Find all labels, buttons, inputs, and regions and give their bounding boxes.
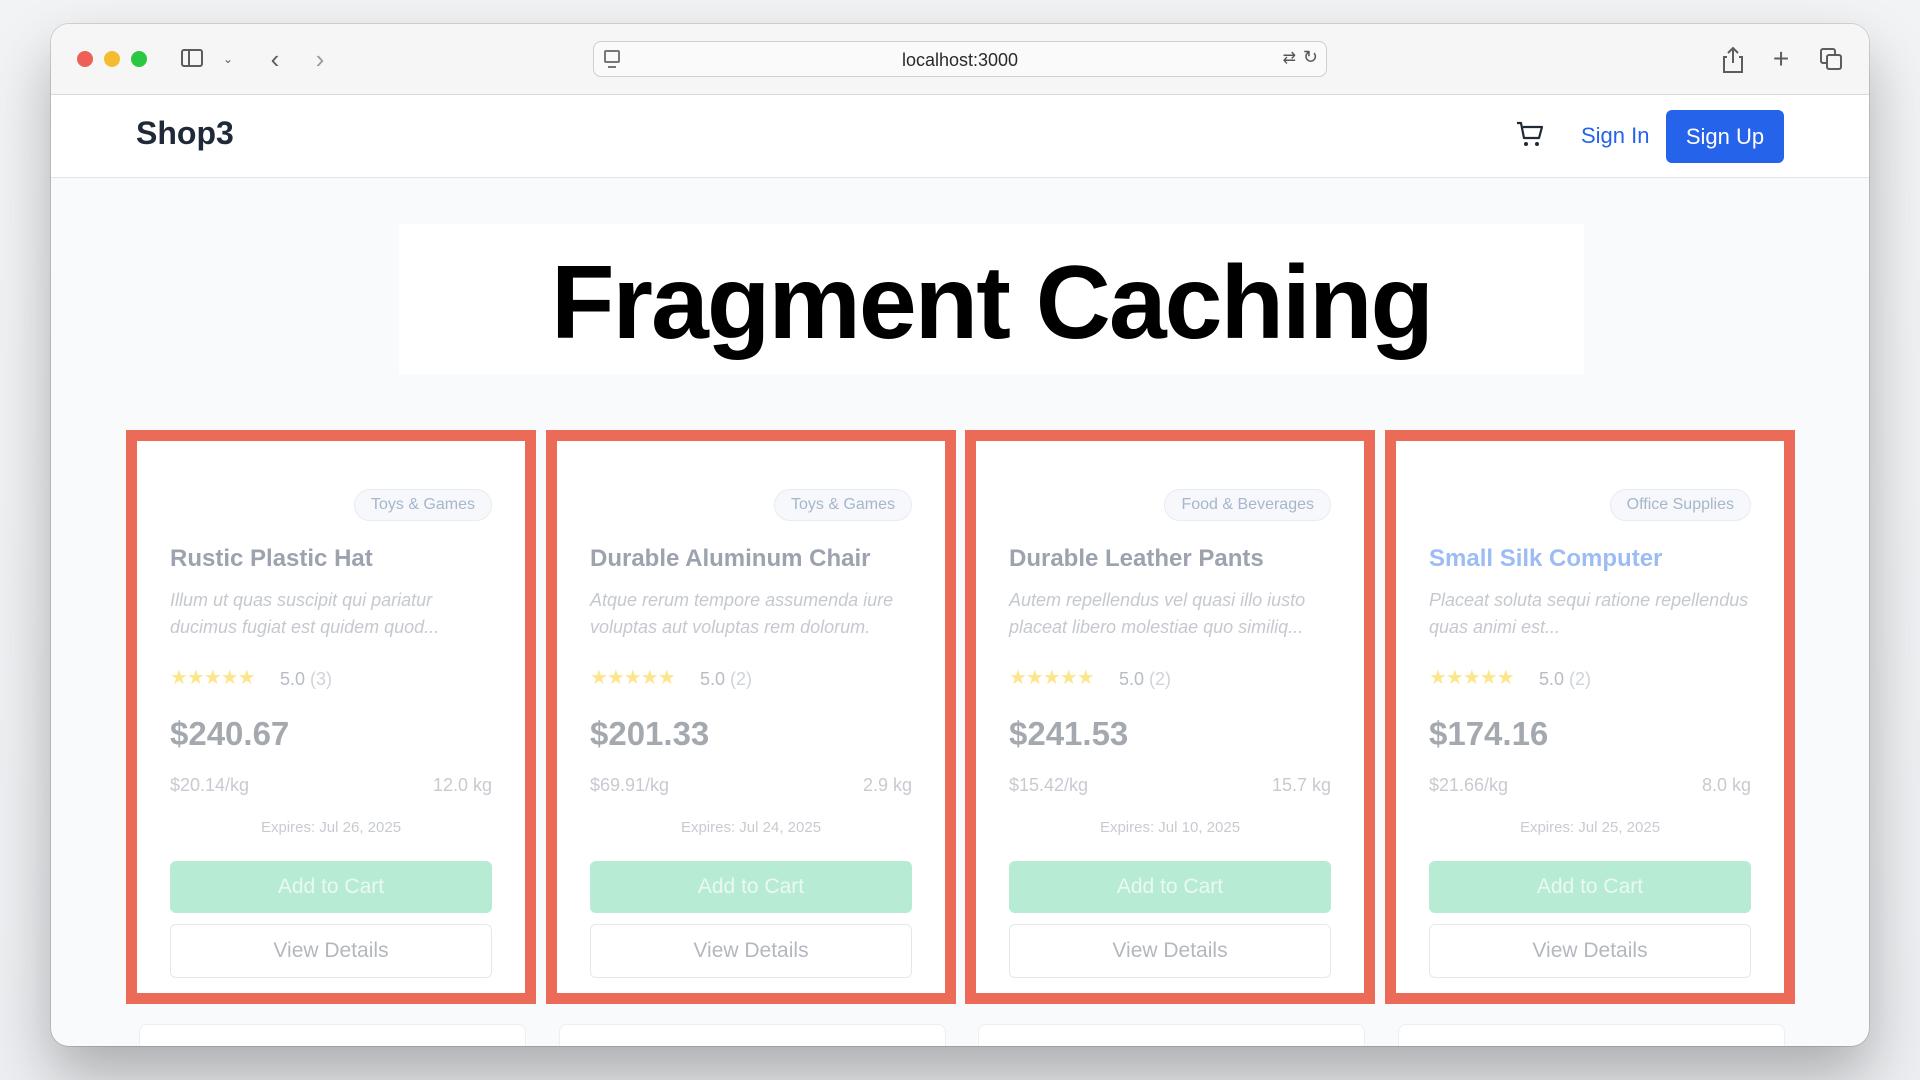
product-description: Atque rerum tempore assumenda iure volup… (590, 590, 894, 637)
sign-up-button[interactable]: Sign Up (1666, 110, 1784, 163)
share-icon[interactable] (1721, 46, 1745, 73)
product-name[interactable]: Small Silk Computer (1429, 545, 1662, 573)
star-rating-icon: ★★★★★ (170, 667, 256, 689)
rating-number: 5.0 (280, 669, 306, 689)
category-badge: Toys & Games (353, 489, 492, 521)
site-header: Shop3 Sign In Sign Up (51, 95, 1869, 178)
product-description: Placeat soluta sequi ratione repellendus… (1429, 590, 1749, 637)
view-details-button[interactable]: View Details (590, 924, 912, 978)
url-text[interactable]: localhost:3000 (594, 50, 1326, 71)
view-details-button[interactable]: View Details (1429, 924, 1751, 978)
product-name[interactable]: Rustic Plastic Hat (170, 545, 373, 573)
review-count: (2) (1149, 669, 1172, 689)
forward-icon[interactable]: › (309, 46, 331, 72)
minimize-window-button[interactable] (104, 51, 120, 67)
plus-icon[interactable]: + (1769, 45, 1793, 73)
product-description: Illum ut quas suscipit qui pariatur duci… (170, 590, 440, 637)
price-per-kg: $20.14/kg (170, 775, 250, 795)
tabs-icon[interactable] (1818, 46, 1844, 72)
address-bar[interactable]: localhost:3000 ⇄ ↻ (593, 41, 1327, 77)
review-count: (2) (730, 669, 753, 689)
product-description: Autem repellendus vel quasi illo iusto p… (1009, 590, 1306, 637)
back-icon[interactable]: ‹ (264, 46, 286, 72)
product-name[interactable]: Durable Leather Pants (1009, 545, 1264, 573)
add-to-cart-button[interactable]: Add to Cart (1429, 861, 1751, 913)
star-rating-icon: ★★★★★ (1009, 667, 1095, 689)
price-per-kg: $69.91/kg (590, 775, 670, 795)
price-per-kg: $15.42/kg (1009, 775, 1089, 795)
product-card: Toys & Games Durable Aluminum Chair Atqu… (546, 430, 956, 1004)
view-details-button[interactable]: View Details (170, 924, 492, 978)
reload-icon[interactable]: ↻ (1303, 47, 1318, 68)
star-rating-icon: ★★★★★ (590, 667, 676, 689)
product-card-partial (559, 1024, 946, 1046)
view-details-button[interactable]: View Details (1009, 924, 1331, 978)
add-to-cart-button[interactable]: Add to Cart (1009, 861, 1331, 913)
category-badge: Office Supplies (1609, 489, 1751, 521)
product-price: $241.53 (1009, 715, 1129, 752)
brand-logo[interactable]: Shop3 (136, 115, 234, 152)
product-card-partial (139, 1024, 526, 1046)
browser-toolbar: ⌄ ‹ › localhost:3000 ⇄ ↻ + (51, 24, 1869, 95)
product-card: Toys & Games Rustic Plastic Hat Illum ut… (126, 430, 536, 1004)
product-weight: 8.0 kg (1701, 775, 1751, 795)
product-price: $201.33 (590, 715, 710, 752)
maximize-window-button[interactable] (131, 51, 147, 67)
product-name[interactable]: Durable Aluminum Chair (590, 545, 870, 573)
rating-number: 5.0 (1119, 669, 1145, 689)
product-weight: 15.7 kg (1271, 775, 1331, 795)
expiry-date: Expires: Jul 10, 2025 (1099, 819, 1241, 836)
product-card: Food & Beverages Durable Leather Pants A… (965, 430, 1375, 1004)
overlay-title: Fragment Caching (551, 245, 1434, 361)
add-to-cart-button[interactable]: Add to Cart (170, 861, 492, 913)
price-per-kg: $21.66/kg (1429, 775, 1509, 795)
sign-in-link[interactable]: Sign In (1581, 123, 1650, 149)
expiry-date: Expires: Jul 24, 2025 (680, 819, 822, 836)
product-weight: 2.9 kg (862, 775, 912, 795)
rating-value: 5.0 (3) (280, 669, 332, 690)
rating-number: 5.0 (700, 669, 726, 689)
review-count: (2) (1569, 669, 1592, 689)
star-rating-icon: ★★★★★ (1429, 667, 1515, 689)
overlay-title-box: Fragment Caching (399, 224, 1584, 374)
category-badge: Toys & Games (773, 489, 912, 521)
review-count: (3) (310, 669, 333, 689)
add-to-cart-button[interactable]: Add to Cart (590, 861, 912, 913)
rating-value: 5.0 (2) (700, 669, 752, 690)
product-weight: 12.0 kg (432, 775, 492, 795)
category-badge: Food & Beverages (1164, 489, 1331, 521)
product-card-partial (1398, 1024, 1785, 1046)
expiry-date: Expires: Jul 26, 2025 (260, 819, 402, 836)
product-card: Office Supplies Small Silk Computer Plac… (1385, 430, 1795, 1004)
chevron-down-icon[interactable]: ⌄ (221, 46, 235, 72)
sidebar-icon[interactable] (179, 46, 205, 72)
rating-value: 5.0 (2) (1539, 669, 1591, 690)
translate-icon[interactable]: ⇄ (1283, 48, 1296, 68)
rating-number: 5.0 (1539, 669, 1565, 689)
cart-icon[interactable] (1515, 119, 1545, 149)
product-price: $240.67 (170, 715, 290, 752)
product-price: $174.16 (1429, 715, 1549, 752)
browser-window: ⌄ ‹ › localhost:3000 ⇄ ↻ + Shop3 Sign In… (51, 24, 1869, 1046)
close-window-button[interactable] (77, 51, 93, 67)
expiry-date: Expires: Jul 25, 2025 (1519, 819, 1661, 836)
rating-value: 5.0 (2) (1119, 669, 1171, 690)
product-card-partial (978, 1024, 1365, 1046)
